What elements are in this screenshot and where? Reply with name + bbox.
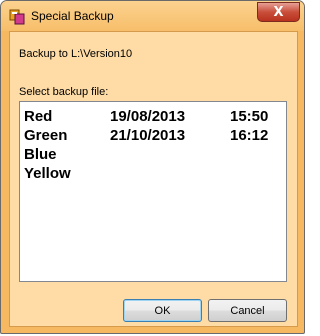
file-date: 21/10/2013 (110, 127, 186, 144)
file-name: Blue (24, 146, 57, 163)
dialog-body: Backup to L:\Version10 Select backup fil… (9, 31, 298, 327)
file-time: 16:12 (230, 127, 269, 144)
file-date: 19/08/2013 (110, 108, 186, 125)
title-bar[interactable]: Special Backup X (1, 1, 304, 31)
file-list-item[interactable]: Yellow (24, 165, 282, 185)
special-backup-dialog: Special Backup X Backup to L:\Version10 … (0, 0, 305, 334)
close-icon: X (273, 4, 284, 20)
file-time: 15:50 (230, 108, 269, 125)
file-name: Yellow (24, 165, 71, 182)
window-title: Special Backup (31, 9, 114, 23)
ok-button[interactable]: OK (123, 299, 202, 322)
backup-destination-text: Backup to L:\Version10 (19, 48, 133, 60)
file-list-item[interactable]: Red 19/08/2013 15:50 (24, 108, 282, 128)
file-list-item[interactable]: Green 21/10/2013 16:12 (24, 127, 282, 147)
cancel-button[interactable]: Cancel (208, 299, 287, 322)
file-list-item[interactable]: Blue (24, 146, 282, 166)
file-name: Red (24, 108, 53, 125)
file-name: Green (24, 127, 68, 144)
select-backup-label: Select backup file: (19, 86, 109, 98)
backup-file-list[interactable]: Red 19/08/2013 15:50 Green 21/10/2013 16… (19, 101, 287, 282)
app-icon (9, 9, 25, 25)
close-button[interactable]: X (257, 2, 300, 22)
